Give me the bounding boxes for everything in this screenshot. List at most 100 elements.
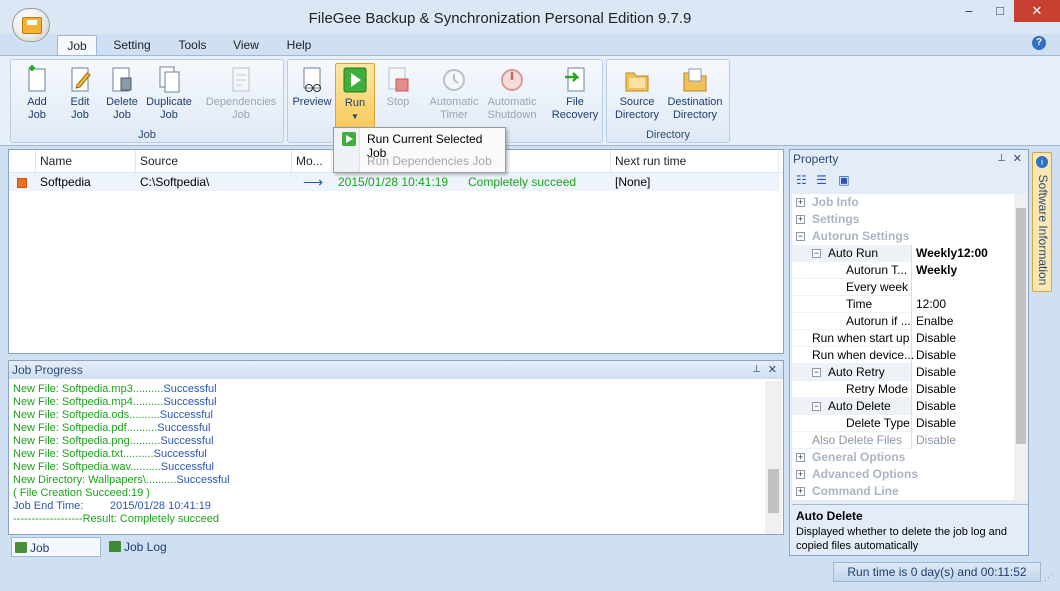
property-row[interactable]: − Auto Retry Disable [792,364,1014,381]
property-row[interactable]: Every week [792,279,1014,296]
scrollbar-thumb[interactable] [1016,208,1026,444]
log-creation-line: ( File Creation Succeed:19 ) [13,487,150,499]
property-value[interactable]: Disable [912,347,956,364]
job-source-cell: C:\Softpedia\ [140,175,210,189]
property-value[interactable]: Disable [912,330,956,347]
automatic-timer-button[interactable]: Automatic Timer [425,63,483,127]
column-header-source[interactable]: Source [136,150,292,172]
minimize-button[interactable]: – [958,0,980,22]
edit-job-button[interactable]: Edit Job [61,63,99,127]
close-panel-icon[interactable]: ✕ [1013,150,1022,168]
categorized-icon[interactable]: ☷ [796,173,807,187]
property-row[interactable]: − Auto Run Weekly12:00 [792,245,1014,262]
property-row[interactable]: + Command Line [792,483,1014,500]
property-row[interactable]: Also Delete Files Disable [792,432,1014,449]
property-row[interactable]: Autorun if ... Enalbe [792,313,1014,330]
alphabetical-icon[interactable]: ☰ [816,173,827,187]
tab-setting[interactable]: Setting [107,35,157,56]
property-value[interactable]: Disable [912,364,956,381]
property-value[interactable]: Disable [912,398,956,415]
pin-icon[interactable]: ⊥ [997,150,1006,168]
collapse-icon[interactable]: − [812,402,821,411]
property-value[interactable]: Enalbe [912,313,953,330]
file-recovery-button[interactable]: File Recovery [550,63,600,127]
property-row[interactable]: + Settings [792,211,1014,228]
job-result-cell: Completely succeed [468,175,577,189]
tab-job[interactable]: Job [57,35,97,56]
property-key: Autorun Settings [812,229,910,243]
tab-view[interactable]: View [226,35,266,56]
property-value[interactable]: Disable [912,381,956,398]
property-row[interactable]: + Advanced Options [792,466,1014,483]
delete-job-button[interactable]: Delete Job [101,63,143,127]
property-key: Run when start up [812,331,910,345]
column-header-mode[interactable]: Mo... [292,150,332,172]
collapse-icon[interactable]: − [812,249,821,258]
property-row[interactable]: Time 12:00 [792,296,1014,313]
job-name-cell: Softpedia [40,175,91,189]
add-job-button[interactable]: Add Job [15,63,59,127]
preview-button[interactable]: Preview [291,63,333,127]
destination-directory-button[interactable]: Destination Directory [663,63,727,127]
dependencies-job-button[interactable]: Dependencies Job [202,63,280,127]
window-title: FileGee Backup & Synchronization Persona… [308,10,692,27]
close-panel-icon[interactable]: ✕ [768,361,777,379]
column-header-next-run[interactable]: Next run time [611,150,779,172]
expand-icon[interactable]: + [796,215,805,224]
property-scrollbar[interactable] [1014,194,1028,500]
timer-clock-icon [443,69,465,91]
close-button[interactable]: ✕ [1014,0,1060,22]
stop-icon [388,67,409,92]
property-key: Auto Delete [828,399,891,413]
property-value[interactable]: Weekly [912,262,957,279]
property-key: General Options [812,450,906,464]
automatic-shutdown-button[interactable]: Automatic Shutdown [483,63,541,127]
tab-help[interactable]: Help [280,35,318,56]
tab-tools[interactable]: Tools [170,35,215,56]
property-key: Delete Type [846,416,910,430]
pin-icon[interactable]: ⊥ [752,361,761,379]
expand-icon[interactable]: + [796,487,805,496]
property-key: Autorun T... [846,263,908,277]
tab-job-log[interactable]: Job Log [106,537,176,557]
save-icon[interactable]: ▣ [838,173,849,187]
property-row[interactable]: Run when device... Disable [792,347,1014,364]
collapse-icon[interactable]: − [796,232,805,241]
run-small-icon [342,132,356,146]
source-directory-button[interactable]: Source Directory [611,63,663,127]
log-line: New Directory: Wallpapers\.......... [13,474,177,486]
property-grid: + Job Info + Settings − Autorun Settings − Auto… [792,194,1014,500]
property-description: Auto Delete Displayed whether to delete … [792,504,1028,554]
column-header-name[interactable]: Name [36,150,136,172]
duplicate-job-button[interactable]: Duplicate Job [144,63,194,127]
log-line: New File: Softpedia.ods.......... [13,409,160,421]
property-row[interactable]: − Auto Delete Disable [792,398,1014,415]
software-information-tab[interactable]: i Software Information [1032,152,1052,292]
collapse-icon[interactable]: − [812,368,821,377]
property-row[interactable]: Delete Type Disable [792,415,1014,432]
property-value[interactable]: 12:00 [912,296,946,313]
property-row[interactable]: Retry Mode Disable [792,381,1014,398]
property-value[interactable]: Disable [912,432,956,449]
property-row[interactable]: Run when start up Disable [792,330,1014,347]
maximize-button[interactable]: □ [988,0,1012,22]
log-scrollbar[interactable] [765,381,782,534]
expand-icon[interactable]: + [796,453,805,462]
run-button[interactable]: Run ▼ [335,63,375,131]
property-row[interactable]: + Job Info [792,194,1014,211]
property-key: Run when device... [812,348,915,362]
help-icon[interactable]: ? [1032,36,1046,50]
property-row[interactable]: − Autorun Settings [792,228,1014,245]
expand-icon[interactable]: + [796,470,805,479]
tab-job-progress[interactable]: Job Progress [11,537,101,575]
stop-button[interactable]: Stop [378,63,418,127]
property-value[interactable]: Disable [912,415,956,432]
resize-grip-icon[interactable]: ⋰ [1044,572,1053,583]
property-key: Autorun if ... [846,314,911,328]
menu-item-run-dependencies-job[interactable]: Run Dependencies Job [367,154,492,168]
scrollbar-thumb[interactable] [768,469,779,513]
property-row[interactable]: Autorun T... Weekly [792,262,1014,279]
property-value[interactable]: Weekly12:00 [912,245,988,262]
expand-icon[interactable]: + [796,198,805,207]
property-row[interactable]: + General Options [792,449,1014,466]
